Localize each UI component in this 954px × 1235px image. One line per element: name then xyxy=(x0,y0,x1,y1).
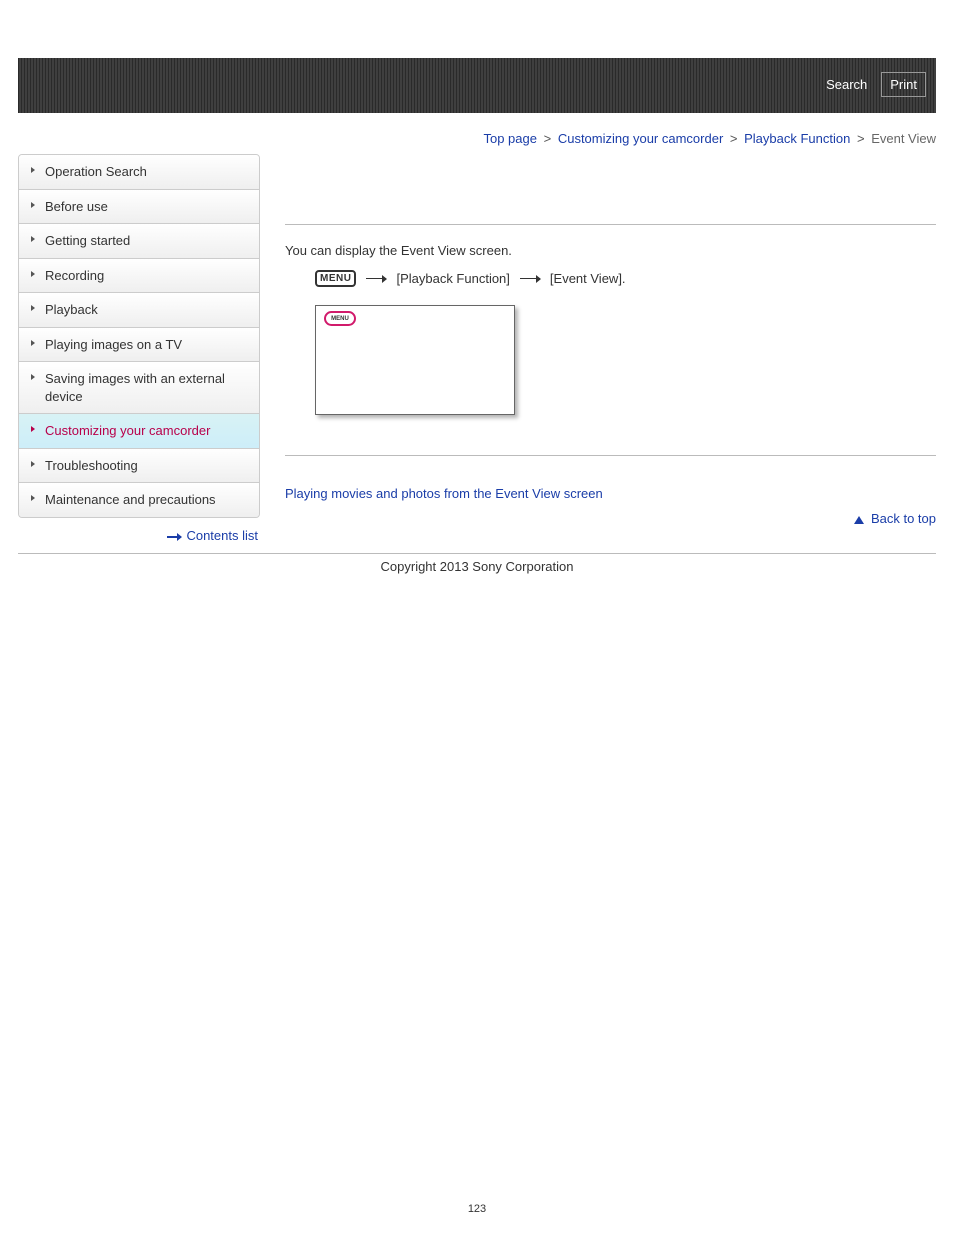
sidebar-item-getting-started[interactable]: Getting started xyxy=(19,224,259,259)
header-bar: Search Print xyxy=(18,58,936,113)
instruction-step-a: [Playback Function] xyxy=(396,271,509,286)
sidebar-item-maintenance[interactable]: Maintenance and precautions xyxy=(19,483,259,517)
breadcrumb-top-page[interactable]: Top page xyxy=(483,131,537,146)
sidebar-item-playback[interactable]: Playback xyxy=(19,293,259,328)
screen-menu-badge: MENU xyxy=(324,311,356,326)
screen-mockup: MENU xyxy=(315,305,515,415)
instruction-row: MENU [Playback Function] [Event View]. xyxy=(315,270,936,287)
sidebar-item-customizing[interactable]: Customizing your camcorder xyxy=(19,414,259,449)
sidebar: Operation Search Before use Getting star… xyxy=(18,154,260,518)
menu-badge: MENU xyxy=(315,270,356,287)
breadcrumb: Top page > Customizing your camcorder > … xyxy=(0,113,954,154)
breadcrumb-customizing[interactable]: Customizing your camcorder xyxy=(558,131,723,146)
breadcrumb-playback-function[interactable]: Playback Function xyxy=(744,131,850,146)
intro-text: You can display the Event View screen. xyxy=(285,243,936,258)
search-button[interactable]: Search xyxy=(818,72,875,97)
sidebar-item-operation-search[interactable]: Operation Search xyxy=(19,155,259,190)
sidebar-item-saving-external[interactable]: Saving images with an external device xyxy=(19,362,259,414)
contents-list-link[interactable]: Contents list xyxy=(186,528,258,543)
sidebar-item-before-use[interactable]: Before use xyxy=(19,190,259,225)
sidebar-item-recording[interactable]: Recording xyxy=(19,259,259,294)
arrow-right-icon xyxy=(167,536,181,538)
arrow-right-icon xyxy=(366,278,386,279)
arrow-right-icon xyxy=(520,278,540,279)
breadcrumb-current: Event View xyxy=(871,131,936,146)
page-number: 123 xyxy=(0,1203,954,1215)
related-link-event-view[interactable]: Playing movies and photos from the Event… xyxy=(285,486,603,501)
back-to-top-link[interactable]: Back to top xyxy=(871,511,936,526)
sidebar-item-troubleshooting[interactable]: Troubleshooting xyxy=(19,449,259,484)
copyright-text: Copyright 2013 Sony Corporation xyxy=(0,554,954,579)
instruction-step-b: [Event View]. xyxy=(550,271,626,286)
sidebar-item-playing-tv[interactable]: Playing images on a TV xyxy=(19,328,259,363)
triangle-up-icon xyxy=(854,516,864,524)
main-content: You can display the Event View screen. M… xyxy=(285,154,936,526)
print-button[interactable]: Print xyxy=(881,72,926,97)
